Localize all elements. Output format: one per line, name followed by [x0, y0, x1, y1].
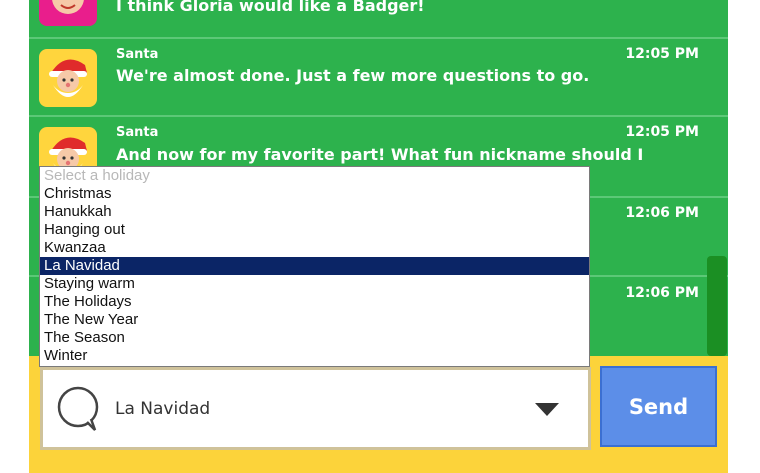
holiday-select[interactable]: La Navidad	[40, 367, 591, 450]
dropdown-placeholder: Select a holiday	[44, 167, 150, 184]
dropdown-option[interactable]: Christmas	[40, 185, 589, 203]
message-sender: Santa	[116, 125, 159, 140]
dropdown-option[interactable]: The Season	[40, 329, 589, 347]
chevron-down-icon[interactable]	[535, 403, 559, 416]
chat-scrollbar-thumb[interactable]	[707, 256, 727, 356]
message-time: 12:06 PM	[625, 285, 699, 301]
dropdown-option-selected[interactable]: La Navidad	[40, 257, 589, 275]
message-sender: Santa	[116, 47, 159, 62]
dropdown-option[interactable]: Hanging out	[40, 221, 589, 239]
message-time: 12:05 PM	[625, 124, 699, 140]
dropdown-option[interactable]: The New Year	[40, 311, 589, 329]
selected-holiday-value: La Navidad	[115, 399, 211, 419]
send-button[interactable]: Send	[600, 366, 717, 447]
dropdown-option[interactable]: The Holidays	[40, 293, 589, 311]
message-text: And now for my favorite part! What fun n…	[116, 145, 644, 164]
dropdown-option[interactable]: Staying warm	[40, 275, 589, 293]
composer-bar: La Navidad Send	[29, 356, 728, 473]
dropdown-option[interactable]: Kwanzaa	[40, 239, 589, 257]
holiday-dropdown-list[interactable]: Select a holiday Christmas Hanukkah Hang…	[39, 166, 590, 367]
santa-avatar	[39, 49, 97, 107]
elf-avatar	[39, 0, 97, 26]
message-text: We're almost done. Just a few more quest…	[116, 66, 590, 85]
chat-message: I think Gloria would like a Badger!	[29, 0, 728, 35]
message-time: 12:06 PM	[625, 205, 699, 221]
dropdown-option[interactable]: Winter	[40, 347, 589, 365]
message-time: 12:05 PM	[625, 46, 699, 62]
chat-message: Santa 12:05 PM We're almost done. Just a…	[29, 37, 728, 117]
message-text: I think Gloria would like a Badger!	[116, 0, 425, 15]
speech-bubble-icon	[53, 384, 103, 438]
dropdown-option[interactable]: Hanukkah	[40, 203, 589, 221]
